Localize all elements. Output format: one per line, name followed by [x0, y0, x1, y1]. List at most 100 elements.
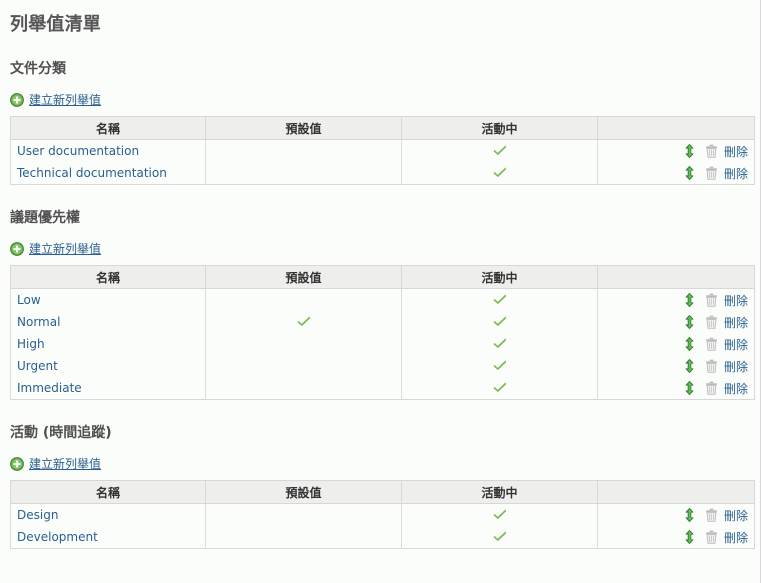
new-enumeration-link[interactable]: 建立新列舉值 — [29, 242, 101, 256]
row-actions-cell: 刪除 — [597, 333, 755, 355]
column-header-default: 預設值 — [205, 480, 402, 504]
enumeration-section: 議題優先權 建立新列舉值 名稱 預設值 活動中 Low 刪除 Normal 刪除 High 刪除 Ur… — [10, 207, 755, 400]
column-header-name: 名稱 — [10, 116, 206, 140]
page-title: 列舉值清單 — [10, 14, 101, 35]
enumeration-name-cell: Technical documentation — [10, 162, 206, 185]
default-value-cell — [205, 162, 402, 185]
delete-link[interactable]: 刪除 — [724, 360, 748, 374]
reorder-updown-icon[interactable] — [684, 315, 695, 329]
enumeration-name-link[interactable]: Normal — [17, 315, 60, 329]
enumeration-name-link[interactable]: User documentation — [17, 144, 139, 158]
enumeration-section: 文件分類 建立新列舉值 名稱 預設值 活動中 User documentation 刪除 Te… — [10, 58, 755, 185]
reorder-updown-icon[interactable] — [684, 359, 695, 373]
enumeration-name-cell: Immediate — [10, 377, 206, 400]
enumeration-name-cell: Development — [10, 526, 206, 549]
table-header-row: 名稱 預設值 活動中 — [10, 265, 755, 289]
trash-icon[interactable] — [705, 359, 718, 373]
check-icon — [493, 359, 507, 371]
reorder-updown-icon[interactable] — [684, 381, 695, 395]
table-row: Development 刪除 — [10, 526, 755, 549]
new-enumeration-link[interactable]: 建立新列舉值 — [29, 93, 101, 107]
new-enumeration-link[interactable]: 建立新列舉值 — [29, 457, 101, 471]
column-header-actions — [597, 116, 755, 140]
section-title: 活動 (時間追蹤) — [10, 425, 112, 441]
check-icon — [493, 381, 507, 393]
enumeration-name-cell: Design — [10, 503, 206, 526]
default-value-cell — [205, 355, 402, 377]
reorder-updown-icon[interactable] — [684, 337, 695, 351]
row-actions-cell: 刪除 — [597, 355, 755, 377]
check-icon — [493, 337, 507, 349]
delete-link[interactable]: 刪除 — [724, 145, 748, 159]
trash-icon[interactable] — [705, 315, 718, 329]
trash-icon[interactable] — [705, 337, 718, 351]
reorder-updown-icon[interactable] — [684, 508, 695, 522]
reorder-updown-icon[interactable] — [684, 166, 695, 180]
trash-icon[interactable] — [705, 381, 718, 395]
enumerations-table: 名稱 預設值 活動中 Low 刪除 Normal 刪除 High 刪除 Urgent 刪除 Immed… — [10, 265, 755, 400]
delete-link[interactable]: 刪除 — [724, 382, 748, 396]
enumeration-name-link[interactable]: Technical documentation — [17, 166, 167, 180]
table-header-row: 名稱 預設值 活動中 — [10, 480, 755, 504]
trash-icon[interactable] — [705, 166, 718, 180]
enumeration-name-cell: High — [10, 333, 206, 355]
default-value-cell — [205, 377, 402, 400]
enumeration-section: 活動 (時間追蹤) 建立新列舉值 名稱 預設值 活動中 Design 刪除 Developme… — [10, 422, 755, 549]
active-value-cell — [401, 355, 598, 377]
enumerations-page: 列舉值清單 文件分類 建立新列舉值 名稱 預設值 活動中 User documentati… — [0, 0, 761, 549]
reorder-updown-icon[interactable] — [684, 530, 695, 544]
enumeration-name-link[interactable]: Design — [17, 508, 58, 522]
trash-icon[interactable] — [705, 293, 718, 307]
active-value-cell — [401, 503, 598, 526]
plus-circle-icon[interactable] — [10, 457, 24, 471]
check-icon — [493, 530, 507, 542]
check-icon — [493, 508, 507, 520]
table-row: Technical documentation 刪除 — [10, 162, 755, 185]
reorder-updown-icon[interactable] — [684, 144, 695, 158]
delete-link[interactable]: 刪除 — [724, 509, 748, 523]
delete-link[interactable]: 刪除 — [724, 294, 748, 308]
enumeration-name-link[interactable]: Low — [17, 293, 41, 307]
active-value-cell — [401, 526, 598, 549]
enumeration-name-cell: Normal — [10, 311, 206, 333]
active-value-cell — [401, 139, 598, 162]
column-header-default: 預設值 — [205, 265, 402, 289]
column-header-active: 活動中 — [401, 480, 598, 504]
row-actions-cell: 刪除 — [597, 288, 755, 311]
section-title: 文件分類 — [10, 61, 66, 77]
active-value-cell — [401, 162, 598, 185]
plus-circle-icon[interactable] — [10, 242, 24, 256]
check-icon — [493, 144, 507, 156]
check-icon — [493, 293, 507, 305]
trash-icon[interactable] — [705, 530, 718, 544]
enumeration-name-cell: Low — [10, 288, 206, 311]
delete-link[interactable]: 刪除 — [724, 167, 748, 181]
table-row: Design 刪除 — [10, 503, 755, 526]
trash-icon[interactable] — [705, 508, 718, 522]
reorder-updown-icon[interactable] — [684, 293, 695, 307]
delete-link[interactable]: 刪除 — [724, 531, 748, 545]
delete-link[interactable]: 刪除 — [724, 316, 748, 330]
new-enumeration-row: 建立新列舉值 — [10, 241, 751, 257]
enumeration-name-link[interactable]: Urgent — [17, 359, 58, 373]
enumeration-name-link[interactable]: Immediate — [17, 381, 82, 395]
default-value-cell — [205, 526, 402, 549]
table-row: User documentation 刪除 — [10, 139, 755, 162]
check-icon — [493, 315, 507, 327]
plus-circle-icon[interactable] — [10, 93, 24, 107]
table-row: Low 刪除 — [10, 288, 755, 311]
column-header-active: 活動中 — [401, 116, 598, 140]
column-header-default: 預設值 — [205, 116, 402, 140]
default-value-cell — [205, 139, 402, 162]
enumeration-name-link[interactable]: High — [17, 337, 45, 351]
column-header-actions — [597, 265, 755, 289]
enumeration-name-link[interactable]: Development — [17, 530, 98, 544]
sections-container: 文件分類 建立新列舉值 名稱 預設值 活動中 User documentation 刪除 Te… — [10, 58, 755, 549]
row-actions-cell: 刪除 — [597, 377, 755, 400]
row-actions-cell: 刪除 — [597, 503, 755, 526]
delete-link[interactable]: 刪除 — [724, 338, 748, 352]
default-value-cell — [205, 503, 402, 526]
trash-icon[interactable] — [705, 144, 718, 158]
active-value-cell — [401, 311, 598, 333]
column-header-name: 名稱 — [10, 480, 206, 504]
